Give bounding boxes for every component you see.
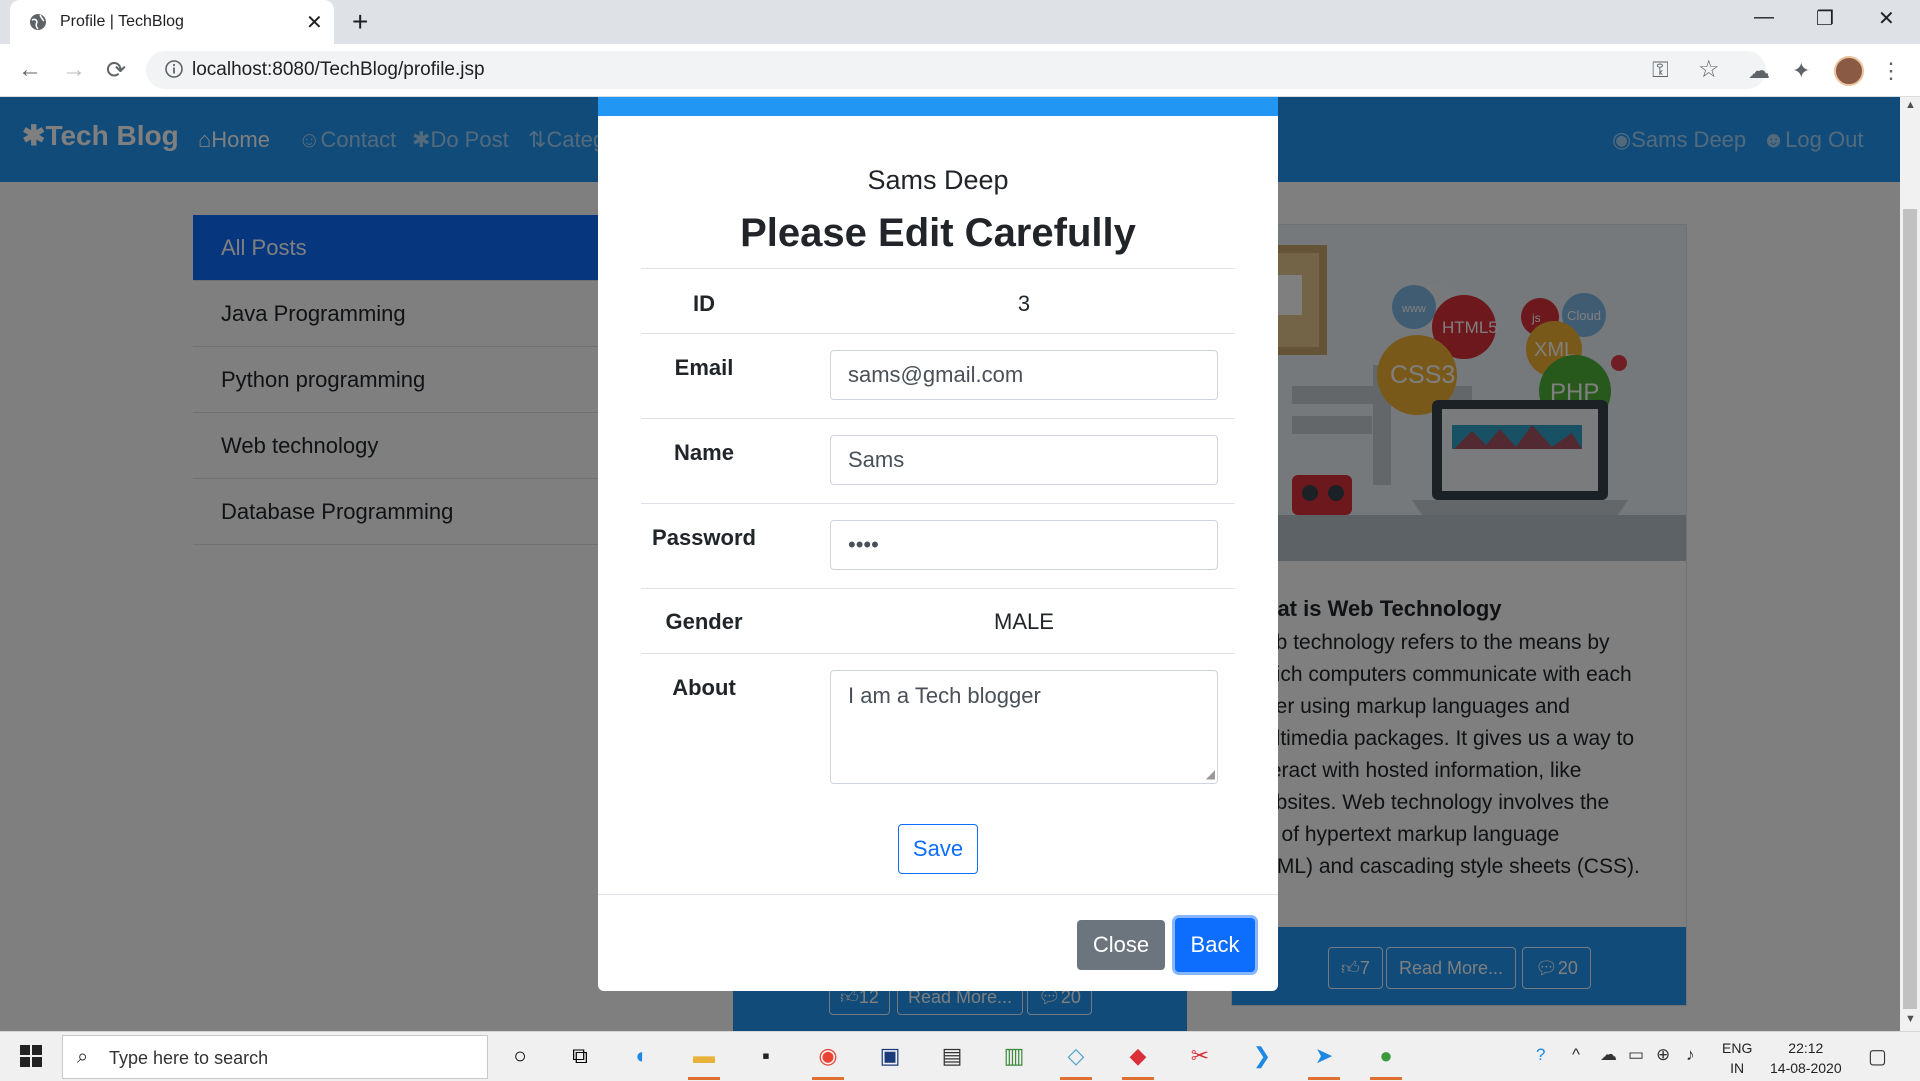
modal-user-name: Sams Deep: [867, 165, 1009, 195]
cloud-sync-icon[interactable]: ☁: [1748, 58, 1770, 84]
browser-toolbar: ← → ⟳ localhost:8080/TechBlog/profile.js…: [0, 44, 1920, 97]
search-icon: ⌕: [77, 1046, 89, 1068]
key-icon[interactable]: ⚿: [1652, 57, 1669, 83]
language-indicator[interactable]: ENG IN: [1722, 1038, 1752, 1078]
extensions-puzzle-icon[interactable]: ✦: [1792, 58, 1810, 84]
divider: [641, 418, 1235, 419]
modal-footer-divider: [598, 894, 1278, 895]
about-textarea[interactable]: I am a Tech blogger ◢: [830, 670, 1218, 784]
divider: [641, 653, 1235, 654]
windows-taskbar: ⌕ Type here to search ○ ⧉ ◐ ▬ ▪ ◉ ▣ ▤ ▥ …: [0, 1031, 1920, 1081]
chart-app-icon[interactable]: ▥: [996, 1038, 1032, 1074]
save-button[interactable]: Save: [898, 824, 978, 874]
about-label: About: [672, 675, 736, 700]
green-app-icon[interactable]: ●: [1368, 1038, 1404, 1080]
minimize-button[interactable]: —: [1754, 6, 1774, 29]
scroll-down-arrow-icon[interactable]: ▼: [1905, 1013, 1916, 1025]
resize-handle-icon[interactable]: ◢: [1206, 767, 1215, 781]
email-field[interactable]: sams@gmail.com: [830, 350, 1218, 400]
scroll-up-arrow-icon[interactable]: ▲: [1905, 99, 1916, 111]
back-button[interactable]: Back: [1175, 918, 1255, 972]
password-label: Password: [652, 525, 756, 550]
close-button[interactable]: Close: [1077, 920, 1165, 970]
battery-icon[interactable]: ▭: [1628, 1045, 1644, 1065]
eraser-app-icon[interactable]: ◆: [1120, 1038, 1156, 1080]
arrow-app-icon[interactable]: ➤: [1306, 1038, 1342, 1080]
globe-icon: [30, 14, 46, 30]
tab-close-icon[interactable]: ✕: [306, 10, 323, 35]
password-field[interactable]: ••••: [830, 520, 1218, 570]
name-label: Name: [674, 440, 734, 465]
scroll-thumb[interactable]: [1903, 209, 1917, 1009]
divider: [641, 588, 1235, 589]
snipping-tool-icon[interactable]: ✂: [1182, 1038, 1218, 1074]
onedrive-icon[interactable]: ☁: [1600, 1045, 1617, 1065]
notes-app-icon[interactable]: ◇: [1058, 1038, 1094, 1080]
chrome-icon[interactable]: ◉: [810, 1038, 846, 1080]
address-bar[interactable]: localhost:8080/TechBlog/profile.jsp ⚿ ☆: [146, 51, 1766, 89]
modal-top-bar: [598, 97, 1278, 116]
about-text: I am a Tech blogger: [848, 683, 1041, 708]
id-value: 3: [1017, 291, 1031, 316]
window-close-button[interactable]: ✕: [1878, 6, 1895, 31]
forward-arrow-icon[interactable]: →: [62, 56, 86, 84]
url-text: localhost:8080/TechBlog/profile.jsp: [192, 59, 485, 80]
new-tab-button[interactable]: +: [352, 6, 368, 38]
info-icon[interactable]: [164, 59, 184, 79]
edge-icon[interactable]: ◐: [624, 1038, 660, 1074]
notification-icon[interactable]: ▢: [1868, 1044, 1887, 1069]
vscode-icon[interactable]: ❯: [1244, 1038, 1280, 1074]
bookmark-star-icon[interactable]: ☆: [1698, 55, 1720, 84]
tray-chevron-icon[interactable]: ^: [1572, 1045, 1580, 1065]
modal-heading: Please Edit Carefully: [740, 211, 1136, 255]
email-label: Email: [674, 355, 734, 380]
volume-icon[interactable]: ♪: [1686, 1045, 1695, 1065]
gender-label: Gender: [665, 609, 743, 634]
taskbar-search[interactable]: ⌕ Type here to search: [62, 1035, 488, 1079]
id-label: ID: [693, 291, 715, 316]
tab-title: Profile | TechBlog: [60, 13, 184, 30]
divider: [641, 503, 1235, 504]
mysql-icon[interactable]: ▤: [934, 1038, 970, 1074]
help-icon[interactable]: ?: [1536, 1045, 1545, 1065]
page-scrollbar[interactable]: ▲ ▼: [1900, 97, 1920, 1031]
profile-avatar[interactable]: [1834, 56, 1864, 86]
menu-kebab-icon[interactable]: ⋮: [1880, 58, 1902, 84]
tab-strip: Profile | TechBlog ✕ + — ❐ ✕: [0, 0, 1920, 44]
devcpp-icon[interactable]: ▣: [872, 1038, 908, 1074]
cortana-icon[interactable]: ○: [502, 1038, 538, 1074]
name-field[interactable]: Sams: [830, 435, 1218, 485]
back-arrow-icon[interactable]: ←: [18, 56, 42, 84]
page-viewport: ✱Tech Blog ⌂Home ☺Contact ✱Do Post ⇅Cate…: [0, 97, 1900, 1031]
network-globe-icon[interactable]: ⊕: [1656, 1045, 1670, 1065]
file-explorer-icon[interactable]: ▬: [686, 1038, 722, 1080]
search-placeholder: Type here to search: [109, 1048, 269, 1068]
divider: [641, 333, 1235, 334]
browser-tab[interactable]: Profile | TechBlog ✕: [10, 0, 334, 44]
reload-icon[interactable]: ⟳: [106, 56, 126, 85]
task-view-icon[interactable]: ⧉: [562, 1038, 598, 1074]
gender-value: MALE: [994, 609, 1054, 634]
clock[interactable]: 22:12 14-08-2020: [1770, 1038, 1842, 1078]
divider: [641, 268, 1235, 269]
edit-profile-modal: Sams Deep Please Edit Carefully ID 3 Ema…: [598, 97, 1278, 991]
windows-start-icon[interactable]: [20, 1045, 42, 1067]
terminal-icon[interactable]: ▪: [748, 1038, 784, 1074]
maximize-button[interactable]: ❐: [1816, 6, 1834, 31]
